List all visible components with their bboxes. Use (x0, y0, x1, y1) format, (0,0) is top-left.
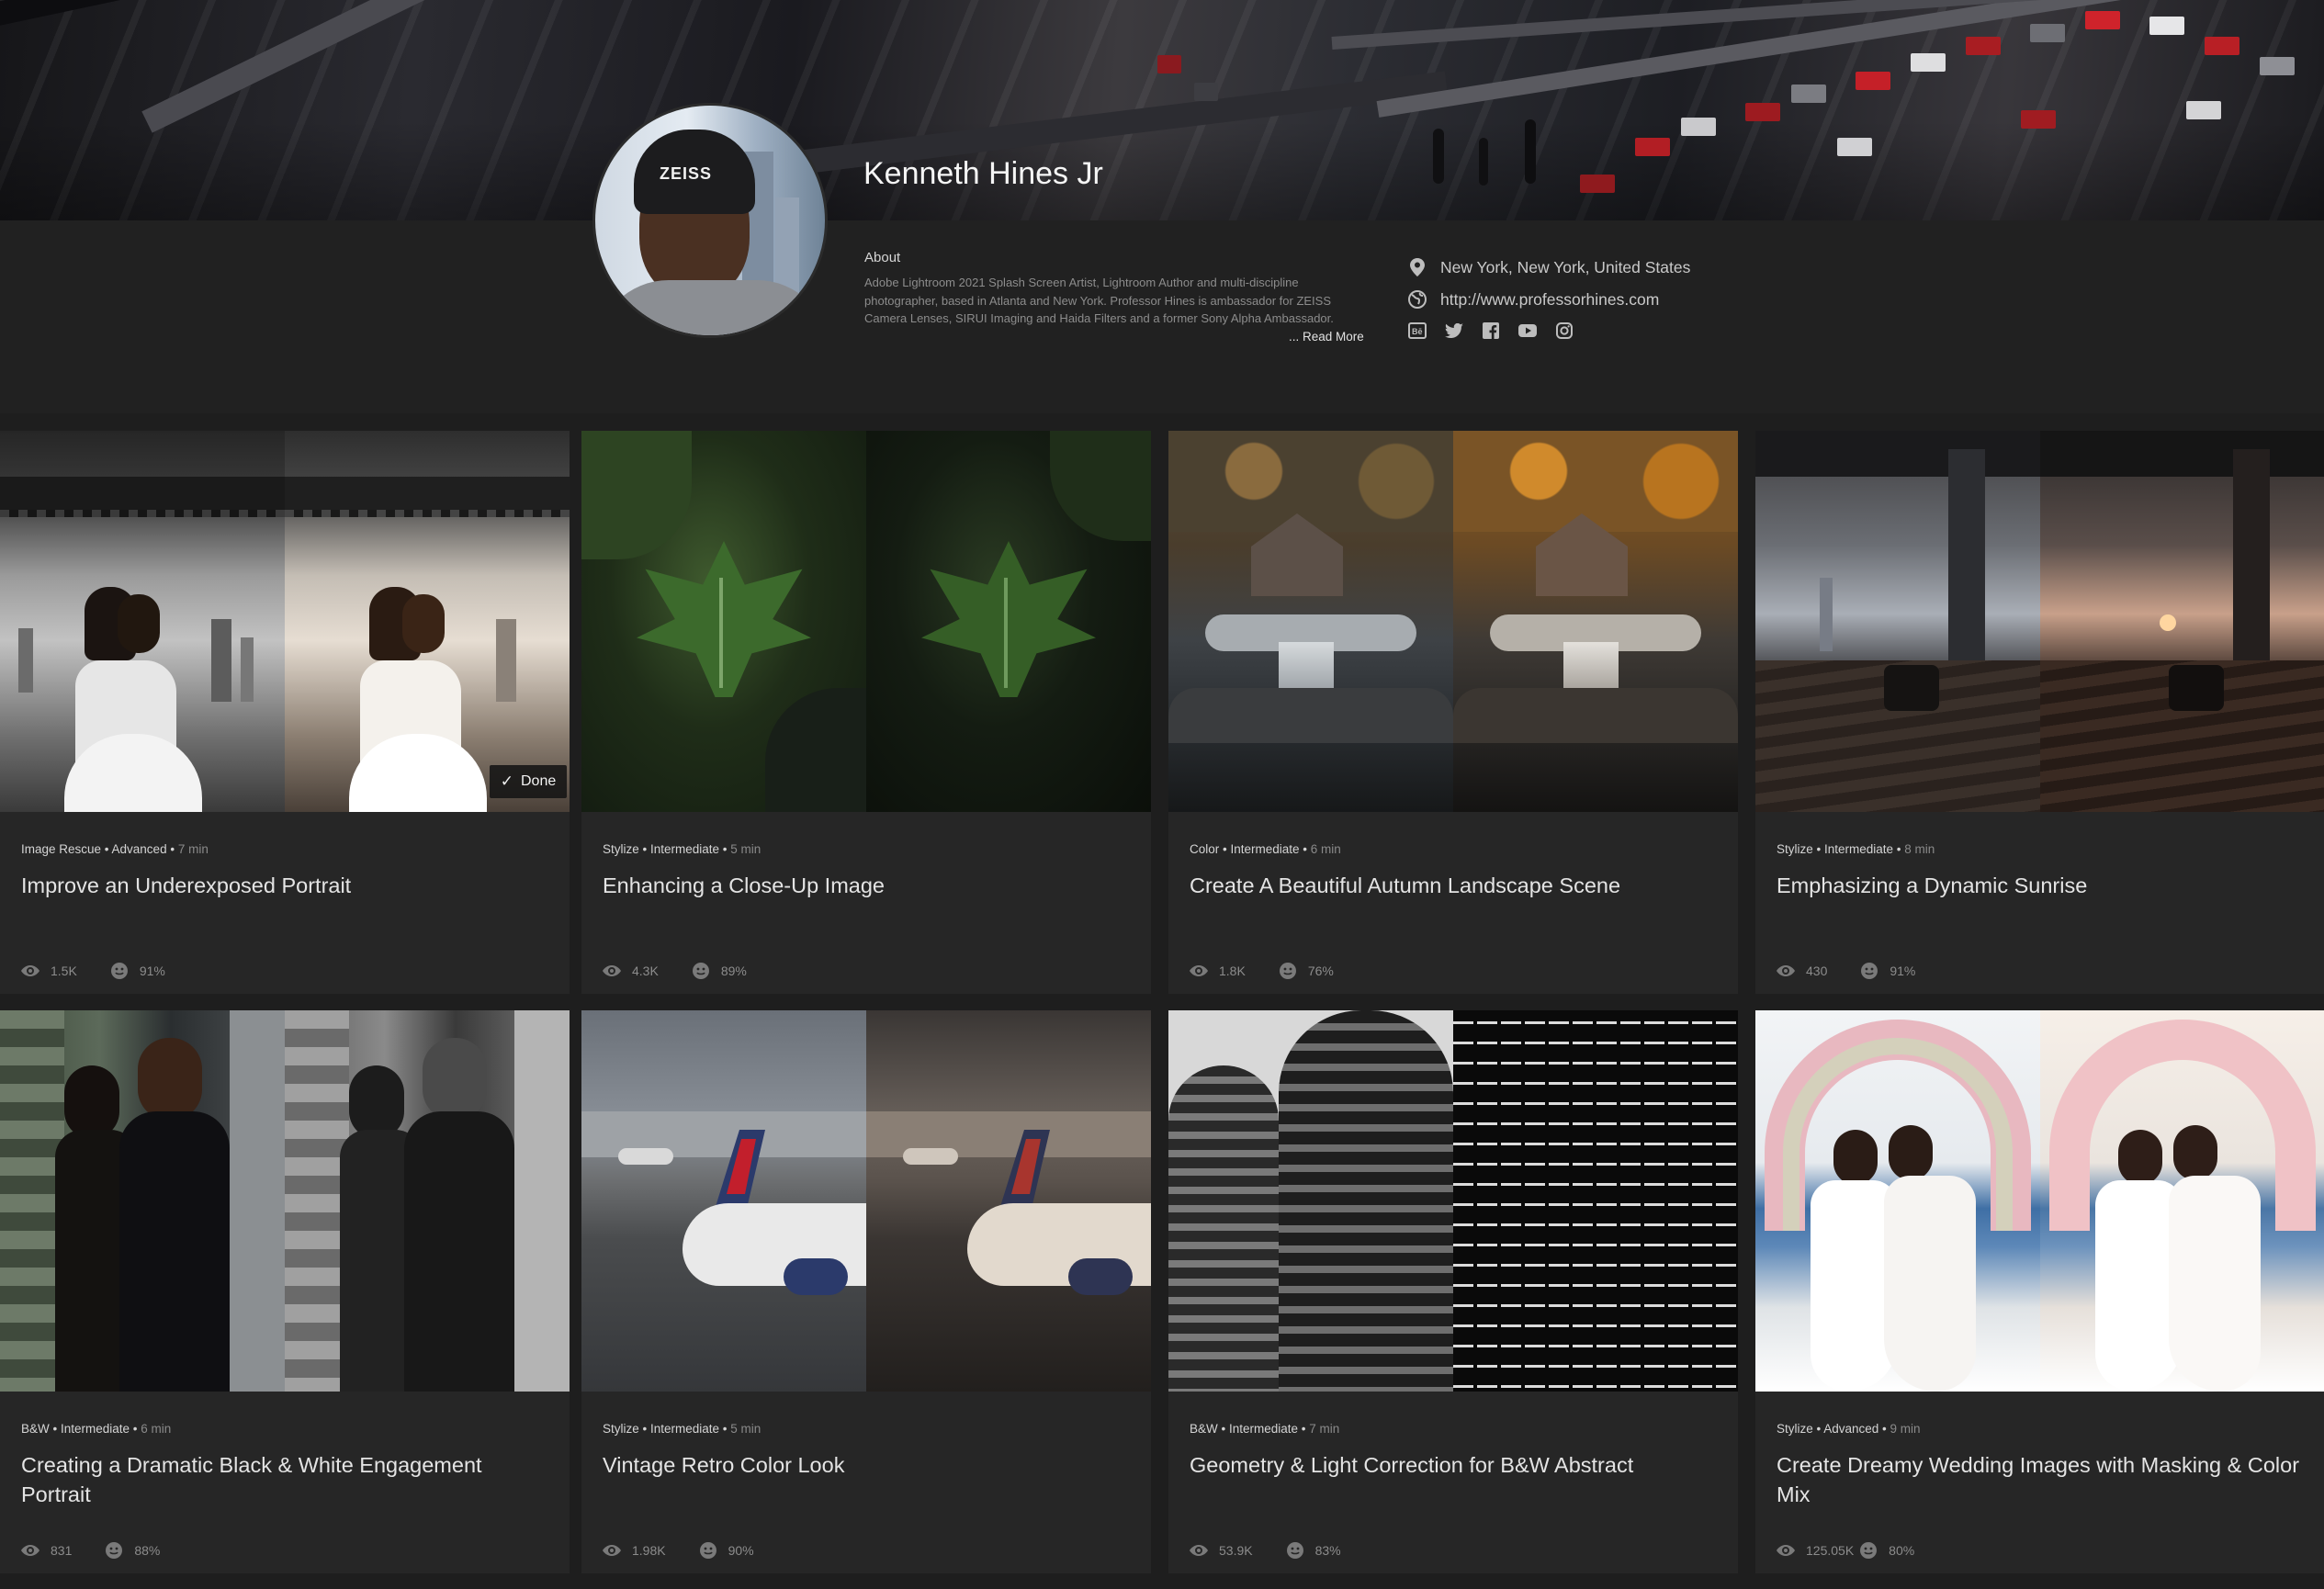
tutorial-thumbnail[interactable] (1755, 1010, 2324, 1392)
rating-percent: 91% (139, 964, 165, 978)
tutorial-meta: Stylize • Advanced • 9 min (1777, 1422, 1921, 1436)
tutorial-title[interactable]: Create A Beautiful Autumn Landscape Scen… (1190, 871, 1713, 900)
tutorial-thumbnail[interactable] (0, 1010, 570, 1392)
website-row[interactable]: http://www.professorhines.com (1407, 289, 1659, 310)
profile-name: Kenneth Hines Jr (863, 156, 1103, 191)
tutorial-meta: Stylize • Intermediate • 5 min (603, 842, 762, 856)
about-text: Adobe Lightroom 2021 Splash Screen Artis… (864, 276, 1334, 325)
youtube-icon[interactable] (1517, 321, 1538, 341)
tutorial-thumbnail[interactable] (581, 431, 1151, 812)
views-count: 430 (1806, 964, 1828, 978)
smiley-icon (1286, 1541, 1304, 1560)
tutorial-stats: 53.9K 83% (1190, 1541, 1374, 1560)
eye-icon (1190, 962, 1208, 980)
rating-percent: 89% (720, 964, 747, 978)
tutorial-stats: 1.8K 76% (1190, 962, 1367, 980)
behance-icon[interactable]: Bē (1407, 321, 1427, 341)
eye-icon (21, 962, 39, 980)
rating-percent: 80% (1889, 1543, 1915, 1558)
tutorial-title[interactable]: Enhancing a Close-Up Image (603, 871, 1126, 900)
views-count: 4.3K (632, 964, 659, 978)
tutorial-meta: B&W • Intermediate • 7 min (1190, 1422, 1340, 1436)
tutorial-stats: 125.05K 80% (1777, 1541, 1947, 1560)
tutorial-meta: Stylize • Intermediate • 8 min (1777, 842, 1935, 856)
tutorial-stats: 831 88% (21, 1541, 193, 1560)
tutorial-title[interactable]: Geometry & Light Correction for B&W Abst… (1190, 1450, 1713, 1480)
views-count: 831 (51, 1543, 73, 1558)
rating-percent: 91% (1890, 964, 1916, 978)
smiley-icon (110, 962, 129, 980)
tutorial-meta: Stylize • Intermediate • 5 min (603, 1422, 762, 1436)
eye-icon (1777, 962, 1795, 980)
location-row: New York, New York, United States (1407, 257, 1690, 277)
tutorial-card[interactable]: Stylize • Intermediate • 5 min Enhancing… (581, 431, 1151, 994)
eye-icon (603, 1541, 621, 1560)
tutorial-meta: Color • Intermediate • 6 min (1190, 842, 1341, 856)
smiley-icon (692, 962, 710, 980)
tutorial-title[interactable]: Vintage Retro Color Look (603, 1450, 1126, 1480)
eye-icon (1190, 1541, 1208, 1560)
views-count: 1.98K (632, 1543, 666, 1558)
profile-page: ZEISS Kenneth Hines Jr About Adobe Light… (0, 0, 2324, 1589)
instagram-icon[interactable] (1554, 321, 1574, 341)
about-label: About (864, 250, 901, 265)
tutorial-thumbnail[interactable] (1168, 1010, 1738, 1392)
tutorial-card[interactable]: Stylize • Intermediate • 5 min Vintage R… (581, 1010, 1151, 1573)
views-count: 1.5K (51, 964, 77, 978)
tutorial-card[interactable]: Color • Intermediate • 6 min Create A Be… (1168, 431, 1738, 994)
tutorial-thumbnail[interactable] (1168, 431, 1738, 812)
views-count: 125.05K (1806, 1543, 1855, 1558)
smiley-icon (699, 1541, 717, 1560)
done-badge: ✓ Done (490, 765, 567, 798)
rating-percent: 83% (1314, 1543, 1341, 1558)
eye-icon (21, 1541, 39, 1560)
tutorial-card[interactable]: B&W • Intermediate • 7 min Geometry & Li… (1168, 1010, 1738, 1573)
rating-percent: 76% (1307, 964, 1334, 978)
tutorial-title[interactable]: Create Dreamy Wedding Images with Maskin… (1777, 1450, 2300, 1509)
tutorial-card[interactable]: Image Rescue • Advanced • 7 min Improve … (0, 431, 570, 994)
location-pin-icon (1407, 257, 1427, 277)
tutorial-stats: 4.3K 89% (603, 962, 780, 980)
tutorial-card[interactable]: B&W • Intermediate • 6 min Creating a Dr… (0, 1010, 570, 1573)
social-links: Bē (1407, 321, 1591, 341)
eye-icon (603, 962, 621, 980)
avatar[interactable]: ZEISS (592, 103, 828, 338)
views-count: 1.8K (1219, 964, 1246, 978)
read-more-link[interactable]: ... Read More (1289, 330, 1364, 344)
tutorial-meta: B&W • Intermediate • 6 min (21, 1422, 172, 1436)
smiley-icon (1279, 962, 1297, 980)
smiley-icon (1860, 962, 1878, 980)
done-label: Done (521, 773, 557, 789)
tutorial-title[interactable]: Creating a Dramatic Black & White Engage… (21, 1450, 545, 1509)
twitter-icon[interactable] (1444, 321, 1464, 341)
tutorial-meta: Image Rescue • Advanced • 7 min (21, 842, 209, 856)
tutorial-card[interactable]: Stylize • Advanced • 9 min Create Dreamy… (1755, 1010, 2324, 1573)
website-link[interactable]: http://www.professorhines.com (1440, 290, 1659, 310)
tutorial-title[interactable]: Emphasizing a Dynamic Sunrise (1777, 871, 2300, 900)
tutorial-title[interactable]: Improve an Underexposed Portrait (21, 871, 545, 900)
globe-icon (1407, 289, 1427, 310)
tutorial-stats: 430 91% (1777, 962, 1948, 980)
checkmark-icon: ✓ (500, 772, 513, 790)
tutorial-stats: 1.98K 90% (603, 1541, 787, 1560)
smiley-icon (105, 1541, 123, 1560)
rating-percent: 88% (134, 1543, 161, 1558)
eye-icon (1777, 1541, 1795, 1560)
tutorial-thumbnail[interactable] (581, 1010, 1151, 1392)
tutorial-thumbnail[interactable] (0, 431, 570, 812)
rating-percent: 90% (728, 1543, 754, 1558)
tutorial-thumbnail[interactable] (1755, 431, 2324, 812)
views-count: 53.9K (1219, 1543, 1253, 1558)
tutorial-stats: 1.5K 91% (21, 962, 198, 980)
smiley-icon (1859, 1541, 1878, 1560)
avatar-beanie-text: ZEISS (660, 164, 713, 183)
location-text: New York, New York, United States (1440, 257, 1691, 276)
svg-text:Bē: Bē (1412, 327, 1423, 336)
cover-banner (0, 0, 2324, 220)
tutorial-card[interactable]: Stylize • Intermediate • 8 min Emphasizi… (1755, 431, 2324, 994)
facebook-icon[interactable] (1481, 321, 1501, 341)
